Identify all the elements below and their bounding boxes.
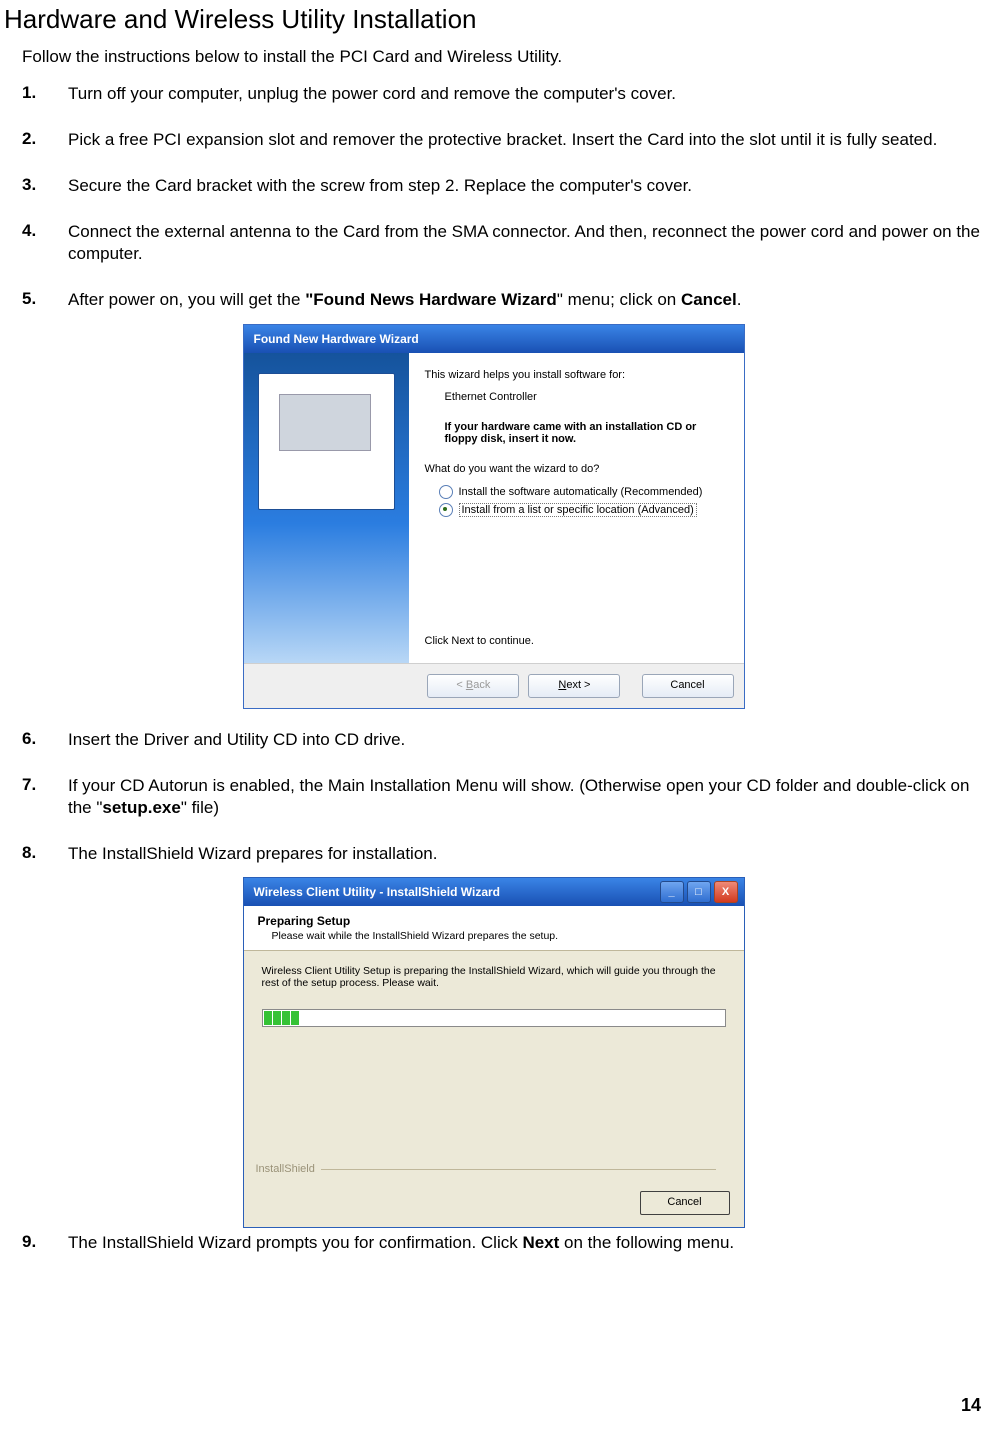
step-2: 2. Pick a free PCI expansion slot and re… <box>22 129 983 151</box>
fnhw-device-name: Ethernet Controller <box>445 391 728 403</box>
progress-bar <box>262 1009 726 1027</box>
step-8-text: The InstallShield Wizard prepares for in… <box>68 843 983 865</box>
found-new-hardware-wizard-dialog: Found New Hardware Wizard This wizard he… <box>243 324 745 709</box>
step-5-num: 5. <box>22 289 68 311</box>
step-7-text: If your CD Autorun is enabled, the Main … <box>68 775 983 819</box>
intro-text: Follow the instructions below to install… <box>22 47 983 67</box>
back-suffix: ack <box>473 679 490 691</box>
step-8-num: 8. <box>22 843 68 865</box>
fnhw-option-advanced[interactable]: Install from a list or specific location… <box>439 503 728 517</box>
next-button[interactable]: Next > <box>528 674 620 698</box>
page-title: Hardware and Wireless Utility Installati… <box>4 4 983 35</box>
step-5: 5. After power on, you will get the "Fou… <box>22 289 983 311</box>
step-9-num: 9. <box>22 1232 68 1254</box>
fnhw-intro: This wizard helps you install software f… <box>425 369 728 381</box>
step-9-post: on the following menu. <box>559 1233 734 1252</box>
step-9-bold: Next <box>522 1233 559 1252</box>
isw-header-title: Preparing Setup <box>258 914 730 928</box>
step-1: 1. Turn off your computer, unplug the po… <box>22 83 983 105</box>
radio-unchecked-icon <box>439 485 453 499</box>
fnhw-click-next: Click Next to continue. <box>425 635 534 647</box>
fnhw-sidebar-graphic <box>244 353 409 663</box>
step-7-num: 7. <box>22 775 68 819</box>
isw-header: Preparing Setup Please wait while the In… <box>244 906 744 951</box>
back-prefix: < <box>456 679 465 691</box>
fnhw-button-row: < Back Next > Cancel <box>244 663 744 708</box>
step-9-pre: The InstallShield Wizard prompts you for… <box>68 1233 522 1252</box>
step-7-post: " file) <box>181 798 219 817</box>
step-6-text: Insert the Driver and Utility CD into CD… <box>68 729 983 751</box>
step-5-pre: After power on, you will get the <box>68 290 305 309</box>
step-7: 7. If your CD Autorun is enabled, the Ma… <box>22 775 983 819</box>
isw-header-subtitle: Please wait while the InstallShield Wiza… <box>272 930 730 942</box>
step-5-post: . <box>737 290 742 309</box>
installshield-brand: InstallShield <box>256 1163 716 1175</box>
step-9: 9. The InstallShield Wizard prompts you … <box>22 1232 983 1254</box>
fnhw-option-advanced-label: Install from a list or specific location… <box>459 503 697 517</box>
installshield-wizard-dialog: Wireless Client Utility - InstallShield … <box>243 877 745 1228</box>
next-suffix: ext > <box>566 679 590 691</box>
step-5-text: After power on, you will get the "Found … <box>68 289 983 311</box>
isw-body-text: Wireless Client Utility Setup is prepari… <box>262 965 726 989</box>
fnhw-insert-cd: If your hardware came with an installati… <box>445 421 728 445</box>
radio-checked-icon <box>439 503 453 517</box>
step-1-num: 1. <box>22 83 68 105</box>
step-4-num: 4. <box>22 221 68 265</box>
fnhw-titlebar: Found New Hardware Wizard <box>244 325 744 353</box>
minimize-button[interactable]: _ <box>660 881 684 903</box>
step-1-text: Turn off your computer, unplug the power… <box>68 83 983 105</box>
maximize-button[interactable]: □ <box>687 881 711 903</box>
isw-button-row: Cancel <box>244 1183 744 1227</box>
step-5-bold1: "Found News Hardware Wizard <box>305 290 557 309</box>
hardware-graphic-icon <box>258 373 395 510</box>
fnhw-option-auto[interactable]: Install the software automatically (Reco… <box>439 485 728 499</box>
isw-title: Wireless Client Utility - InstallShield … <box>254 885 501 899</box>
step-4: 4. Connect the external antenna to the C… <box>22 221 983 265</box>
isw-cancel-button[interactable]: Cancel <box>640 1191 730 1215</box>
step-3-text: Secure the Card bracket with the screw f… <box>68 175 983 197</box>
step-5-mid: " menu; click on <box>557 290 681 309</box>
close-button[interactable]: X <box>714 881 738 903</box>
isw-titlebar: Wireless Client Utility - InstallShield … <box>244 878 744 906</box>
step-3: 3. Secure the Card bracket with the scre… <box>22 175 983 197</box>
step-9-text: The InstallShield Wizard prompts you for… <box>68 1232 983 1254</box>
fnhw-question: What do you want the wizard to do? <box>425 463 728 475</box>
page-number: 14 <box>961 1395 981 1416</box>
step-6-num: 6. <box>22 729 68 751</box>
fnhw-option-auto-label: Install the software automatically (Reco… <box>459 486 703 498</box>
isw-body: Wireless Client Utility Setup is prepari… <box>244 951 744 1183</box>
step-5-bold2: Cancel <box>681 290 737 309</box>
step-2-num: 2. <box>22 129 68 151</box>
step-3-num: 3. <box>22 175 68 197</box>
step-8: 8. The InstallShield Wizard prepares for… <box>22 843 983 865</box>
step-4-text: Connect the external antenna to the Card… <box>68 221 983 265</box>
step-7-bold: setup.exe <box>102 798 180 817</box>
cancel-button[interactable]: Cancel <box>642 674 734 698</box>
step-2-text: Pick a free PCI expansion slot and remov… <box>68 129 983 151</box>
progress-fill <box>264 1011 304 1025</box>
step-6: 6. Insert the Driver and Utility CD into… <box>22 729 983 751</box>
back-button[interactable]: < Back <box>427 674 519 698</box>
